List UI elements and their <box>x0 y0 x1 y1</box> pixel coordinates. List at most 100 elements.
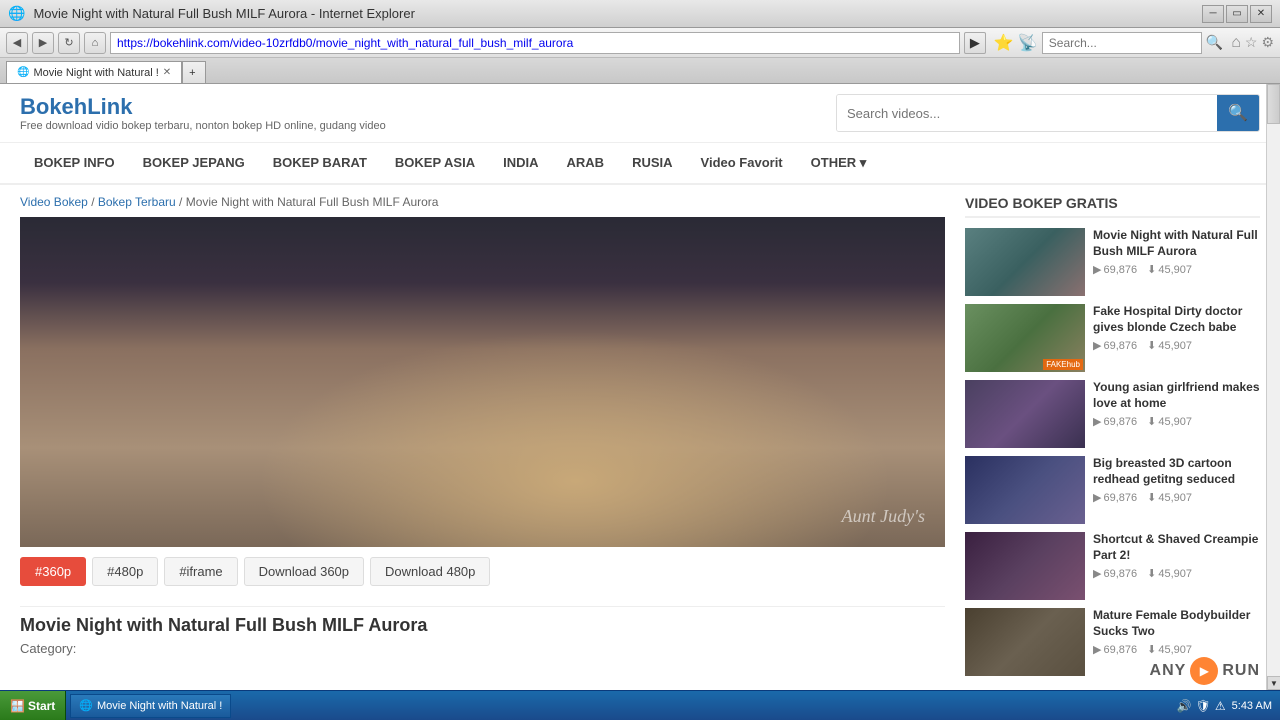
nav-arab[interactable]: ARAB <box>553 143 619 183</box>
anyrun-watermark: ANY ▶ RUN <box>1150 657 1260 685</box>
related-info-5: Shortcut & Shaved Creampie Part 2! ▶ 69,… <box>1093 532 1260 600</box>
nav-bokep-info[interactable]: BOKEP INFO <box>20 143 129 183</box>
sidebar: VIDEO BOKEP GRATIS Movie Night with Natu… <box>965 195 1260 684</box>
video-scene <box>20 217 945 547</box>
video-controls: #360p #480p #iframe Download 360p Downlo… <box>20 547 945 596</box>
scrollbar[interactable]: ▲ ▼ <box>1266 84 1280 690</box>
quality-360p-btn[interactable]: #360p <box>20 557 86 586</box>
forward-button[interactable]: ▶ <box>32 32 54 54</box>
breadcrumb-video-bokep[interactable]: Video Bokep <box>20 195 88 209</box>
nav-rusia[interactable]: RUSIA <box>618 143 686 183</box>
address-bar[interactable] <box>110 32 960 54</box>
site-logo[interactable]: BokehLink <box>20 94 386 120</box>
close-btn[interactable]: ✕ <box>1250 5 1272 23</box>
taskbar-window-title: Movie Night with Natural ! <box>97 700 222 712</box>
video-player[interactable]: Aunt Judy's <box>20 217 945 547</box>
tab-label: Movie Night with Natural ! <box>33 67 158 79</box>
site-tagline: Free download vidio bokep terbaru, nonto… <box>20 120 386 132</box>
new-tab-button[interactable]: + <box>182 61 206 83</box>
related-stats-2: ▶ 69,876 ⬇ 45,907 <box>1093 339 1260 352</box>
related-stats-1: ▶ 69,876 ⬇ 45,907 <box>1093 263 1260 276</box>
related-stats-6: ▶ 69,876 ⬇ 45,907 <box>1093 643 1260 656</box>
related-stats-4: ▶ 69,876 ⬇ 45,907 <box>1093 491 1260 504</box>
start-button[interactable]: 🪟 Start <box>0 691 66 720</box>
video-watermark: Aunt Judy's <box>842 506 925 527</box>
related-thumb-2: FAKEhub <box>965 304 1085 372</box>
star-icon: ☆ <box>1245 34 1258 51</box>
go-button[interactable]: ▶ <box>964 32 986 54</box>
home-button[interactable]: ⌂ <box>84 32 106 54</box>
nav-bokep-jepang[interactable]: BOKEP JEPANG <box>129 143 259 183</box>
views-6: ▶ 69,876 <box>1093 643 1137 656</box>
windows-icon: 🪟 <box>10 699 25 713</box>
taskbar: 🪟 Start 🌐 Movie Night with Natural ! 🔊 🛡… <box>0 690 1280 720</box>
breadcrumb-current: Movie Night with Natural Full Bush MILF … <box>186 195 439 209</box>
search-container: 🔍 <box>836 94 1260 132</box>
minimize-btn[interactable]: ─ <box>1202 5 1224 23</box>
related-item[interactable]: FAKEhub Fake Hospital Dirty doctor gives… <box>965 304 1260 372</box>
related-info-3: Young asian girlfriend makes love at hom… <box>1093 380 1260 448</box>
search-button[interactable]: 🔍 <box>1217 95 1259 131</box>
ie-icon: 🌐 <box>8 5 25 22</box>
downloads-5: ⬇ 45,907 <box>1147 567 1192 580</box>
related-thumb-1 <box>965 228 1085 296</box>
related-item[interactable]: Shortcut & Shaved Creampie Part 2! ▶ 69,… <box>965 532 1260 600</box>
browser-toolbar: ◀ ▶ ↻ ⌂ ▶ ⭐ 📡 🔍 ⌂ ☆ ⚙ <box>0 28 1280 58</box>
system-clock: 5:43 AM <box>1232 700 1272 712</box>
nav-india[interactable]: INDIA <box>489 143 552 183</box>
home-nav-icon: ⌂ <box>1231 34 1241 52</box>
related-title-2: Fake Hospital Dirty doctor gives blonde … <box>1093 304 1260 335</box>
downloads-2: ⬇ 45,907 <box>1147 339 1192 352</box>
scroll-down-arrow[interactable]: ▼ <box>1267 676 1280 690</box>
nav-video-favorit[interactable]: Video Favorit <box>687 143 797 183</box>
related-item[interactable]: Young asian girlfriend makes love at hom… <box>965 380 1260 448</box>
iframe-btn[interactable]: #iframe <box>164 557 237 586</box>
video-title: Movie Night with Natural Full Bush MILF … <box>20 606 945 636</box>
views-2: ▶ 69,876 <box>1093 339 1137 352</box>
search-input[interactable] <box>837 95 1217 131</box>
related-info-1: Movie Night with Natural Full Bush MILF … <box>1093 228 1260 296</box>
downloads-4: ⬇ 45,907 <box>1147 491 1192 504</box>
related-thumb-3 <box>965 380 1085 448</box>
window-controls[interactable]: ─ ▭ ✕ <box>1202 5 1272 23</box>
browser-search-icon[interactable]: 🔍 <box>1206 34 1223 51</box>
scroll-thumb[interactable] <box>1267 84 1280 124</box>
views-4: ▶ 69,876 <box>1093 491 1137 504</box>
related-title-1: Movie Night with Natural Full Bush MILF … <box>1093 228 1260 259</box>
related-item[interactable]: Big breasted 3D cartoon redhead getitng … <box>965 456 1260 524</box>
related-title-4: Big breasted 3D cartoon redhead getitng … <box>1093 456 1260 487</box>
related-stats-3: ▶ 69,876 ⬇ 45,907 <box>1093 415 1260 428</box>
active-tab[interactable]: 🌐 Movie Night with Natural ! ✕ <box>6 61 182 83</box>
breadcrumb-bokep-terbaru[interactable]: Bokep Terbaru <box>98 195 176 209</box>
nav-bokep-asia[interactable]: BOKEP ASIA <box>381 143 489 183</box>
site-nav: BOKEP INFO BOKEP JEPANG BOKEP BARAT BOKE… <box>0 143 1280 185</box>
back-button[interactable]: ◀ <box>6 32 28 54</box>
views-3: ▶ 69,876 <box>1093 415 1137 428</box>
sidebar-title: VIDEO BOKEP GRATIS <box>965 195 1260 218</box>
nav-other[interactable]: OTHER ▾ <box>797 143 881 183</box>
restore-btn[interactable]: ▭ <box>1226 5 1248 23</box>
logo-area: BokehLink Free download vidio bokep terb… <box>20 94 386 132</box>
tab-favicon: 🌐 <box>17 67 29 78</box>
download-480p-btn[interactable]: Download 480p <box>370 557 490 586</box>
nav-bokep-barat[interactable]: BOKEP BARAT <box>259 143 381 183</box>
tab-close-button[interactable]: ✕ <box>163 67 171 78</box>
refresh-button[interactable]: ↻ <box>58 32 80 54</box>
related-item[interactable]: Movie Night with Natural Full Bush MILF … <box>965 228 1260 296</box>
taskbar-ie-icon: 🌐 <box>79 699 93 712</box>
related-title-3: Young asian girlfriend makes love at hom… <box>1093 380 1260 411</box>
browser-tabs: 🌐 Movie Night with Natural ! ✕ + <box>0 58 1280 84</box>
browser-search-input[interactable] <box>1042 32 1202 54</box>
downloads-3: ⬇ 45,907 <box>1147 415 1192 428</box>
related-title-5: Shortcut & Shaved Creampie Part 2! <box>1093 532 1260 563</box>
related-stats-5: ▶ 69,876 ⬇ 45,907 <box>1093 567 1260 580</box>
download-360p-btn[interactable]: Download 360p <box>244 557 364 586</box>
favorites-icon: ⭐ <box>994 33 1014 53</box>
browser-title: Movie Night with Natural Full Bush MILF … <box>33 6 414 21</box>
taskbar-ie-window[interactable]: 🌐 Movie Night with Natural ! <box>70 694 231 718</box>
quality-480p-btn[interactable]: #480p <box>92 557 158 586</box>
taskbar-right: 🔊 🛡 ⚠ 5:43 AM <box>1169 699 1280 713</box>
fake-badge: FAKEhub <box>1043 359 1083 370</box>
taskbar-items: 🌐 Movie Night with Natural ! <box>66 692 1168 720</box>
rss-icon: 📡 <box>1018 33 1038 53</box>
